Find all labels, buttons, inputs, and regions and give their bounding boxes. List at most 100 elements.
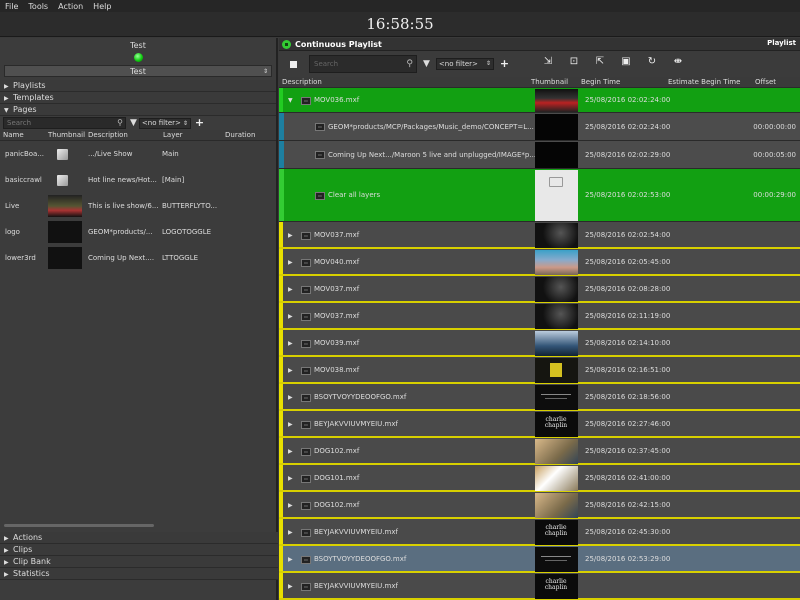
row-begin-time: 25/08/2016 02:02:24:00	[585, 123, 671, 131]
playlist-title: Continuous Playlist	[295, 39, 382, 49]
playlist-row[interactable]: ▼ ▭ MOV036.mxf 25/08/2016 02:02:24:00	[279, 88, 800, 113]
playlist-filter-select[interactable]: <no filter> ⇕	[435, 58, 494, 70]
column-description[interactable]: Description	[282, 77, 322, 88]
section-playlists[interactable]: ▶ Playlists	[0, 80, 276, 92]
media-type-icon: ▭	[315, 191, 325, 200]
split-icon[interactable]: ⇼	[671, 56, 685, 68]
pages-search-input[interactable]: Search ⚲	[3, 117, 126, 129]
row-status-bar	[279, 573, 283, 598]
column-begin-time[interactable]: Begin Time	[581, 77, 620, 88]
row-thumbnail	[535, 331, 578, 356]
row-thumbnail	[535, 170, 578, 221]
section-label: Templates	[13, 93, 54, 102]
row-thumbnail	[535, 439, 578, 464]
export-icon[interactable]: ⇱	[593, 56, 607, 68]
playlist-row[interactable]: ▶ ▭ MOV037.mxf 25/08/2016 02:02:54:00	[279, 222, 800, 249]
section-pages[interactable]: ▼ Pages	[0, 104, 276, 116]
playlist-row[interactable]: ▶ ▭ BSOYTVOYYDEOOFGO.mxf 25/08/2016 02:53:2…	[279, 546, 800, 573]
row-description: DOG101.mxf	[314, 474, 360, 482]
page-row[interactable]: lower3rd Coming Up Next.... LTTOGGLE	[0, 245, 276, 271]
menu-file[interactable]: File	[0, 2, 23, 11]
column-thumbnail[interactable]: Thumbnail	[45, 130, 85, 140]
expand-icon[interactable]: ▶	[288, 286, 293, 293]
search-icon: ⚲	[117, 118, 123, 127]
expand-icon[interactable]: ▶	[288, 394, 293, 401]
menu-action[interactable]: Action	[53, 2, 88, 11]
stop-icon[interactable]	[290, 60, 297, 68]
expand-icon[interactable]: ▶	[288, 448, 293, 455]
insert-icon[interactable]: ⊡	[567, 56, 581, 68]
expand-icon[interactable]: ▶	[288, 367, 293, 374]
pages-filter-select[interactable]: <no filter> ⇕	[138, 117, 191, 129]
channel-select[interactable]: Test ⇕	[4, 65, 272, 77]
expand-icon[interactable]: ▶	[288, 232, 293, 239]
page-layer: Main	[162, 150, 179, 158]
row-status-bar	[279, 113, 284, 140]
page-row[interactable]: Live This is live show/6... BUTTERFLYTO...	[0, 193, 276, 219]
column-description[interactable]: Description	[85, 130, 160, 140]
page-row[interactable]: logo GEOM*products/... LOGOTOGGLE	[0, 219, 276, 245]
expand-icon[interactable]: ▶	[288, 583, 293, 590]
playlist-row[interactable]: ▶ ▭ MOV037.mxf 25/08/2016 02:08:28:00	[279, 276, 800, 303]
menu-help[interactable]: Help	[88, 2, 116, 11]
playlist-row[interactable]: ▶ ▭ MOV037.mxf 25/08/2016 02:11:19:00	[279, 303, 800, 330]
expand-icon[interactable]: ▶	[288, 475, 293, 482]
column-duration[interactable]: Duration	[222, 130, 272, 140]
expand-icon[interactable]: ▶	[288, 529, 293, 536]
playlist-search-input[interactable]: Search ⚲	[309, 55, 417, 73]
media-type-icon: ▭	[301, 420, 311, 429]
column-layer[interactable]: Layer	[160, 130, 222, 140]
add-item-button[interactable]: +	[500, 58, 509, 69]
playlist-row[interactable]: ▶ ▭ MOV039.mxf 25/08/2016 02:14:10:00	[279, 330, 800, 357]
page-thumbnail	[48, 221, 82, 243]
section-clip-bank[interactable]: ▶ Clip Bank	[0, 556, 278, 568]
playlist-row[interactable]: ▶ ▭ DOG101.mxf 25/08/2016 02:41:00:00	[279, 465, 800, 492]
column-thumbnail[interactable]: Thumbnail	[531, 77, 568, 88]
row-offset: 00:00:00:00	[753, 123, 796, 131]
row-begin-time: 25/08/2016 02:08:28:00	[585, 285, 671, 293]
import-icon[interactable]: ⇲	[541, 56, 555, 68]
expand-icon[interactable]: ▶	[288, 502, 293, 509]
column-name[interactable]: Name	[0, 130, 45, 140]
filter-icon[interactable]: ▼	[130, 118, 137, 128]
playlist-row[interactable]: ▶ ▭ BEYJAKVVIUVMYEIU.mxf charlie chaplin 25/0…	[279, 519, 800, 546]
menu-tools[interactable]: Tools	[23, 2, 53, 11]
add-page-button[interactable]: +	[195, 117, 204, 128]
playlist-row[interactable]: ▶ ▭ MOV038.mxf 25/08/2016 02:16:51:00	[279, 357, 800, 384]
horizontal-scrollbar[interactable]	[4, 524, 154, 527]
expand-icon[interactable]: ▶	[288, 340, 293, 347]
page-row[interactable]: panicBoa... .../Live Show Main	[0, 141, 276, 167]
filter-icon[interactable]: ▼	[423, 59, 430, 69]
section-templates[interactable]: ▶ Templates	[0, 92, 276, 104]
expand-icon[interactable]: ▼	[288, 97, 293, 104]
expand-icon[interactable]: ▶	[288, 421, 293, 428]
refresh-icon[interactable]: ↻	[645, 56, 659, 68]
section-statistics[interactable]: ▶ Statistics	[0, 568, 278, 580]
playlist-row[interactable]: ▶ ▭ DOG102.mxf 25/08/2016 02:42:15:00	[279, 492, 800, 519]
playlist-row[interactable]: ▶ ▭ BEYJAKVVIUVMYEIU.mxf charlie chaplin	[279, 573, 800, 600]
row-status-bar	[279, 411, 283, 436]
playlist-row[interactable]: ▭ Clear all layers 25/08/2016 02:02:53:00 0…	[279, 169, 800, 222]
row-status-bar	[279, 169, 284, 221]
row-begin-time: 25/08/2016 02:02:24:00	[585, 96, 671, 104]
expand-icon[interactable]: ▶	[288, 259, 293, 266]
clipboard-icon[interactable]: ▣	[619, 56, 633, 68]
playlist-row[interactable]: ▭ Coming Up Next.../Maroon 5 live and unp…	[279, 141, 800, 169]
row-thumbnail	[535, 493, 578, 518]
section-actions[interactable]: ▶ Actions	[0, 532, 278, 544]
playlist-row[interactable]: ▶ ▭ DOG102.mxf 25/08/2016 02:37:45:00	[279, 438, 800, 465]
page-row[interactable]: basiccrawl Hot line news/Hot... [Main]	[0, 167, 276, 193]
playlist-row[interactable]: ▶ ▭ BEYJAKVVIUVMYEIU.mxf charlie chaplin 25/0…	[279, 411, 800, 438]
media-type-icon: ▭	[315, 123, 325, 131]
expand-icon[interactable]: ▶	[288, 556, 293, 563]
column-estimate-begin-time[interactable]: Estimate Begin Time	[668, 77, 740, 88]
playlist-row[interactable]: ▶ ▭ BSOYTVOYYDEOOFGO.mxf 25/08/2016 02:18:5…	[279, 384, 800, 411]
playlist-row[interactable]: ▶ ▭ MOV040.mxf 25/08/2016 02:05:45:00	[279, 249, 800, 276]
row-thumbnail	[535, 142, 578, 168]
playlist-row[interactable]: ▭ GEOM*products/MCP/Packages/Music_demo/C…	[279, 113, 800, 141]
row-status-bar	[279, 546, 283, 571]
row-status-bar	[279, 141, 284, 168]
section-clips[interactable]: ▶ Clips	[0, 544, 278, 556]
expand-icon[interactable]: ▶	[288, 313, 293, 320]
column-offset[interactable]: Offset	[755, 77, 776, 88]
